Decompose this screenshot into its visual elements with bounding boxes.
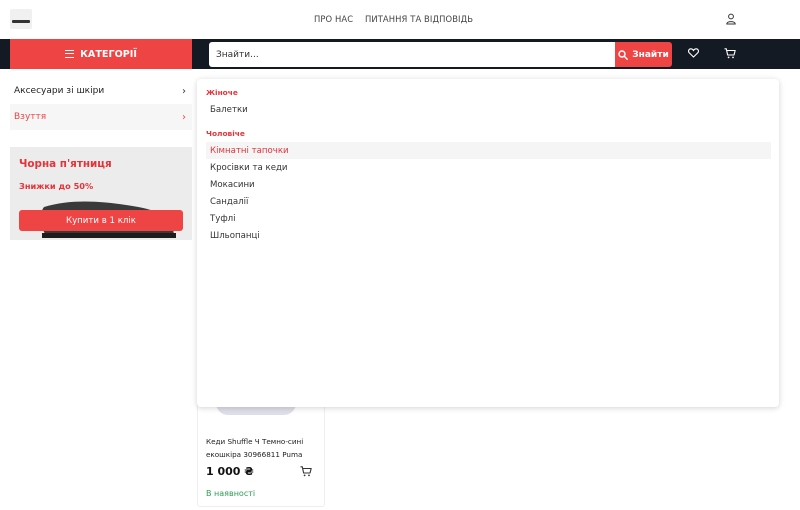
dropdown-item-shoes[interactable]: Туфлі bbox=[206, 210, 771, 227]
heart-icon[interactable] bbox=[688, 48, 699, 58]
stock-status: В наявності bbox=[206, 489, 256, 498]
cart-icon[interactable] bbox=[724, 48, 736, 59]
product-name[interactable]: Кеди Shuffle Ч Темно-сині екошкіра 30966… bbox=[206, 435, 316, 461]
dropdown-heading-men[interactable]: Чоловіче bbox=[206, 129, 245, 138]
categories-button[interactable]: КАТЕГОРІЇ bbox=[10, 39, 192, 69]
nav-faq-link[interactable]: ПИТАННЯ ТА ВІДПОВІДЬ bbox=[365, 14, 473, 24]
sidebar-item-footwear[interactable]: Взуття › bbox=[10, 104, 192, 130]
add-to-cart-icon[interactable] bbox=[300, 466, 312, 477]
search-button[interactable]: Знайти bbox=[615, 42, 672, 67]
category-dropdown: Жіноче Балетки Чоловіче Кімнатні тапочки… bbox=[197, 79, 779, 407]
search-icon bbox=[618, 49, 629, 60]
dropdown-heading-women[interactable]: Жіноче bbox=[206, 88, 238, 97]
chevron-right-icon: › bbox=[182, 111, 186, 123]
dropdown-item-sandals[interactable]: Сандалії bbox=[206, 193, 771, 210]
sidebar-item-label: Взуття bbox=[14, 112, 47, 122]
dropdown-item-moccasins[interactable]: Мокасини bbox=[206, 176, 771, 193]
product-price: 1 000 ₴ bbox=[206, 465, 254, 478]
dropdown-item-sneakers[interactable]: Кросівки та кеди bbox=[206, 159, 771, 176]
sidebar-item-label: Аксесуари зі шкіри bbox=[14, 86, 105, 96]
dropdown-item-flip-flops[interactable]: Шльопанці bbox=[206, 227, 771, 244]
sidebar-item-leather-accessories[interactable]: Аксесуари зі шкіри › bbox=[10, 78, 192, 104]
promo-subtitle: Знижки до 50% bbox=[19, 181, 94, 191]
user-icon[interactable] bbox=[725, 13, 737, 25]
dropdown-item-slippers[interactable]: Кімнатні тапочки bbox=[206, 142, 771, 159]
search-button-label: Знайти bbox=[632, 49, 669, 60]
top-nav: ПРО НАС ПИТАННЯ ТА ВІДПОВІДЬ bbox=[314, 14, 482, 24]
promo-banner: Чорна п'ятниця Знижки до 50% Купити в 1 … bbox=[10, 147, 192, 240]
search-input[interactable] bbox=[209, 42, 615, 67]
product-card[interactable]: Кеди Shuffle Ч Темно-сині екошкіра 30966… bbox=[197, 400, 325, 507]
site-logo[interactable] bbox=[10, 9, 32, 29]
categories-label: КАТЕГОРІЇ bbox=[80, 48, 137, 60]
menu-icon bbox=[65, 50, 75, 58]
top-header: ПРО НАС ПИТАННЯ ТА ВІДПОВІДЬ bbox=[0, 0, 800, 39]
nav-about-link[interactable]: ПРО НАС bbox=[314, 14, 353, 24]
promo-title: Чорна п'ятниця bbox=[19, 158, 112, 170]
dropdown-item-ballet-flats[interactable]: Балетки bbox=[206, 101, 771, 118]
chevron-right-icon: › bbox=[182, 85, 186, 97]
buy-one-click-button[interactable]: Купити в 1 клік bbox=[19, 210, 183, 231]
